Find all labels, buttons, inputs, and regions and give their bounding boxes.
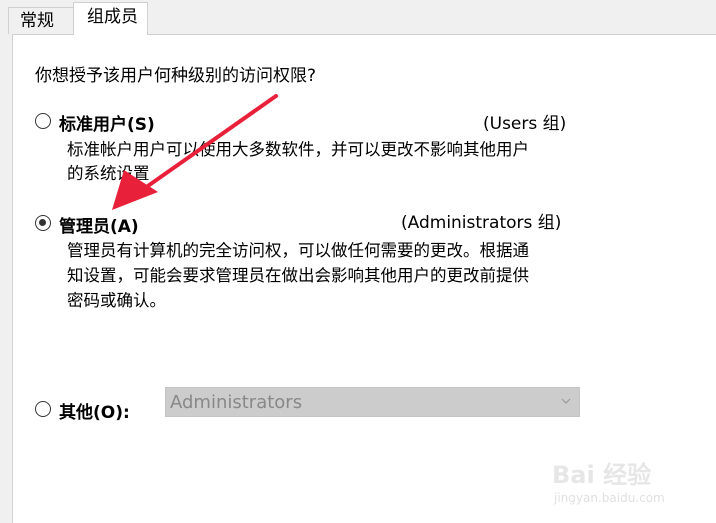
access-level-question: 你想授予该用户何种级别的访问权限? <box>35 66 317 86</box>
standard-user-description-2: 的系统设置 <box>67 164 150 183</box>
other-group-dropdown[interactable]: Administrators <box>165 387 580 417</box>
tab-strip: 常规 组成员 <box>0 0 716 35</box>
administrator-description-3: 密码或确认。 <box>67 291 166 310</box>
watermark-url: jingyan.baidu.com <box>554 491 665 505</box>
administrator-description-1: 管理员有计算机的完全访问权，可以做任何需要的更改。根据通 <box>67 241 529 260</box>
group-membership-panel: 你想授予该用户何种级别的访问权限? 标准用户(S) (Users 组) 标准帐户… <box>12 34 716 523</box>
administrators-group-tag: (Administrators 组) <box>401 213 562 233</box>
standard-user-radio[interactable] <box>35 113 51 129</box>
tab-group-membership[interactable]: 组成员 <box>73 2 148 35</box>
standard-user-label[interactable]: 标准用户(S) <box>59 110 155 135</box>
users-group-tag: (Users 组) <box>483 114 567 134</box>
chevron-down-icon <box>561 398 571 404</box>
administrator-label[interactable]: 管理员(A) <box>59 212 139 237</box>
administrator-radio[interactable] <box>35 215 51 231</box>
other-group-dropdown-value: Administrators <box>170 392 303 413</box>
standard-user-description-1: 标准帐户用户可以使用大多数软件，并可以更改不影响其他用户 <box>67 140 529 159</box>
administrator-description-2: 知设置，可能会要求管理员在做出会影响其他用户的更改前提供 <box>67 266 529 285</box>
tab-group-membership-label: 组成员 <box>87 7 138 27</box>
tab-general[interactable]: 常规 <box>8 7 74 34</box>
other-radio[interactable] <box>35 401 51 417</box>
baidu-watermark: Bai 经验 jingyan.baidu.com <box>552 455 682 515</box>
other-label[interactable]: 其他(O): <box>59 398 130 423</box>
watermark-logo-text: Bai 经验 <box>552 461 652 489</box>
tab-general-label: 常规 <box>20 11 54 31</box>
